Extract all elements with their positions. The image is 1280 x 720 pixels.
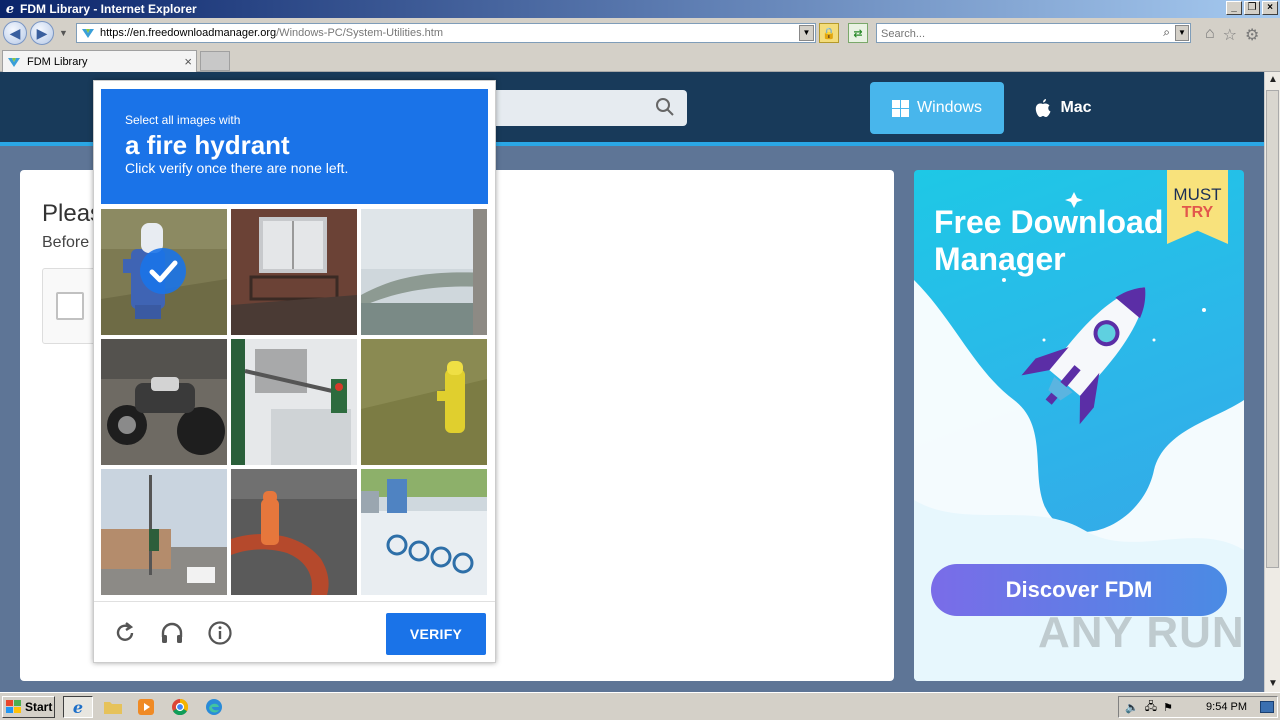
mac-button[interactable]: Mac [1018,82,1108,134]
scroll-up-arrow[interactable]: ▲ [1265,72,1280,88]
browser-search-input[interactable] [877,25,1157,43]
internet-explorer-icon: e [5,1,15,17]
home-icon[interactable]: ⌂ [1205,25,1215,45]
scroll-thumb[interactable] [1266,90,1279,568]
ad-title: Free Download Manager [934,204,1164,277]
headphones-icon[interactable] [159,620,185,646]
checkmark-icon [140,248,186,294]
apple-logo-icon [1036,99,1051,117]
page-subtext: Before [42,234,90,251]
windows-label: Windows [917,99,982,116]
taskbar-media-player[interactable] [131,696,161,718]
anyrun-watermark: ANY RUN [1038,608,1245,657]
internet-explorer-icon: e [72,697,84,717]
windows-flag-icon [6,700,21,713]
arrow-left-icon: ◀ [9,24,21,41]
arrow-right-icon: ▶ [36,24,48,41]
fdm-ad-banner[interactable]: Free Download Manager MUST TRY Discover … [914,170,1244,681]
close-tab-icon[interactable]: × [184,54,192,69]
restore-button[interactable]: ❐ [1244,1,1260,15]
captcha-tile[interactable] [231,469,357,595]
url-path: /Windows-PC/System-Utilities.htm [276,27,443,39]
url-host: https://en.freedownloadmanager.org [100,27,277,39]
url-dropdown-button[interactable]: ▼ [799,25,814,41]
info-icon[interactable] [207,620,233,646]
clock[interactable]: 9:54 PM [1206,701,1247,713]
captcha-prompt: Select all images with [125,113,241,127]
taskbar-internet-explorer[interactable]: e [63,696,93,718]
tab-fdm-library[interactable]: FDM Library × [2,50,197,72]
window-titlebar: e FDM Library - Internet Explorer _ ❐ × [0,0,1280,18]
fdm-favicon [81,26,95,40]
media-player-icon [138,699,154,715]
taskbar-edge[interactable] [199,696,229,718]
edge-icon [206,699,222,715]
search-icon[interactable] [655,97,675,117]
folder-icon [104,702,122,714]
back-button[interactable]: ◀ [3,21,27,45]
mac-label: Mac [1060,99,1092,116]
tab-label: FDM Library [27,55,88,68]
captcha-tile[interactable] [101,469,227,595]
captcha-tile[interactable] [231,339,357,465]
lock-icon[interactable]: 🔒 [819,23,839,43]
captcha-challenge: Select all images with a fire hydrant Cl… [93,80,496,663]
start-button[interactable]: Start [2,696,55,718]
taskbar-file-explorer[interactable] [98,696,128,718]
address-bar[interactable]: https://en.freedownloadmanager.org/Windo… [76,23,816,43]
verify-button[interactable]: VERIFY [386,613,486,655]
windows-button[interactable]: Windows [870,82,1004,134]
windows-taskbar: Start e 🔈 🖧 ⚑ 9:54 PM [0,692,1280,720]
captcha-hint: Click verify once there are none left. [125,160,349,176]
fdm-favicon [7,55,21,69]
captcha-target: a fire hydrant [125,130,290,160]
start-label: Start [25,700,53,714]
flag-icon[interactable]: ⚑ [1163,701,1173,714]
captcha-tile[interactable] [361,209,487,335]
captcha-tile[interactable] [361,469,487,595]
chrome-icon [172,699,188,715]
window-title: FDM Library - Internet Explorer [20,2,197,16]
refresh-compat-button[interactable]: ⇄ [848,23,868,43]
browser-search: ⌕ ▼ [876,23,1191,43]
history-dropdown[interactable]: ▼ [59,28,68,38]
page-scrollbar[interactable]: ▲ ▼ [1264,72,1280,692]
search-icon[interactable]: ⌕ [1163,25,1170,40]
star-icon[interactable]: ☆ [1223,25,1237,45]
verification-checkbox[interactable] [56,292,84,320]
volume-icon[interactable]: 🔈 [1125,701,1139,714]
window-controls: _ ❐ × [1226,1,1278,15]
captcha-header: Select all images with a fire hydrant Cl… [101,89,488,204]
new-tab-button[interactable] [200,51,230,71]
minimize-button[interactable]: _ [1226,1,1242,15]
forward-button[interactable]: ▶ [30,21,54,45]
refresh-icon[interactable] [112,620,138,646]
system-tray: 🔈 🖧 ⚑ 9:54 PM [1118,696,1278,718]
captcha-tile[interactable] [101,209,227,335]
show-desktop-icon[interactable] [1260,701,1274,713]
search-dropdown-button[interactable]: ▼ [1175,25,1189,41]
captcha-footer: VERIFY [94,601,495,662]
badge-line2: TRY [1181,204,1214,221]
captcha-tile[interactable] [361,339,487,465]
network-icon[interactable]: 🖧 [1145,698,1157,717]
address-toolbar: ◀ ▶ ▼ https://en.freedownloadmanager.org… [0,18,1280,48]
site-search-input[interactable] [485,90,687,126]
gear-icon[interactable]: ⚙ [1245,25,1259,45]
captcha-image-grid [101,209,489,597]
browser-toolbar-icons: ⌂ ☆ ⚙ [1205,25,1259,45]
captcha-tile[interactable] [101,339,227,465]
badge-line1: MUST [1173,185,1222,204]
taskbar-chrome[interactable] [165,696,195,718]
close-window-button[interactable]: × [1262,1,1278,15]
windows-logo-icon [892,99,910,117]
scroll-down-arrow[interactable]: ▼ [1265,676,1280,692]
tab-strip: FDM Library × [0,48,1280,72]
captcha-tile[interactable] [231,209,357,335]
